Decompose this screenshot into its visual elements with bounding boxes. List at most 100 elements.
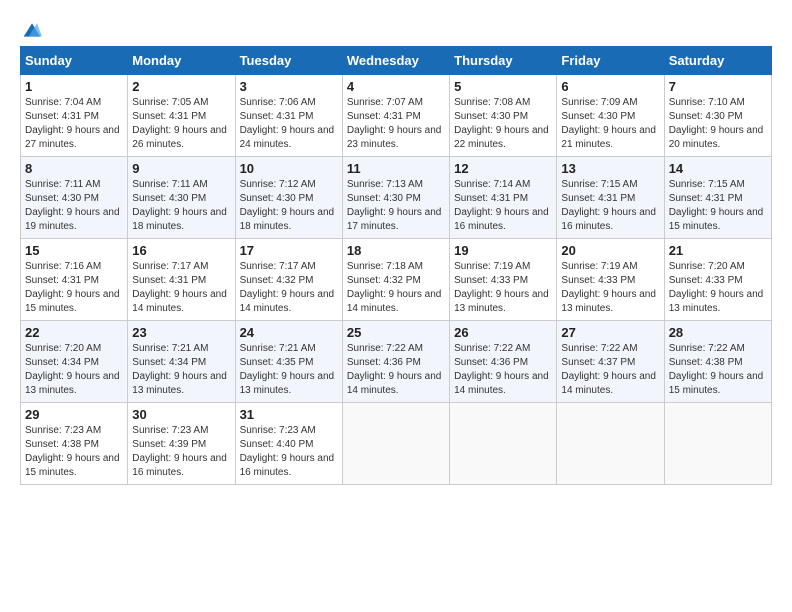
day-info: Sunrise: 7:13 AM Sunset: 4:30 PM Dayligh… — [347, 178, 445, 234]
day-number: 12 — [454, 161, 552, 176]
day-number: 27 — [561, 325, 659, 340]
day-info: Sunrise: 7:06 AM Sunset: 4:31 PM Dayligh… — [240, 96, 338, 152]
calendar-cell: 22 Sunrise: 7:20 AM Sunset: 4:34 PM Dayli… — [21, 321, 128, 403]
day-number: 23 — [132, 325, 230, 340]
calendar-cell: 4 Sunrise: 7:07 AM Sunset: 4:31 PM Daylig… — [342, 75, 449, 157]
day-number: 25 — [347, 325, 445, 340]
day-number: 31 — [240, 407, 338, 422]
logo — [20, 20, 42, 36]
calendar-cell: 9 Sunrise: 7:11 AM Sunset: 4:30 PM Daylig… — [128, 157, 235, 239]
day-number: 11 — [347, 161, 445, 176]
day-number: 19 — [454, 243, 552, 258]
calendar-cell: 17 Sunrise: 7:17 AM Sunset: 4:32 PM Dayli… — [235, 239, 342, 321]
day-info: Sunrise: 7:10 AM Sunset: 4:30 PM Dayligh… — [669, 96, 767, 152]
day-header-wednesday: Wednesday — [342, 47, 449, 75]
calendar-week-row: 29Sunrise: 7:23 AM Sunset: 4:38 PM Dayli… — [21, 403, 772, 485]
calendar-cell: 28 Sunrise: 7:22 AM Sunset: 4:38 PM Dayli… — [664, 321, 771, 403]
day-info: Sunrise: 7:09 AM Sunset: 4:30 PM Dayligh… — [561, 96, 659, 152]
day-info: Sunrise: 7:23 AM Sunset: 4:39 PM Dayligh… — [132, 424, 230, 480]
day-info: Sunrise: 7:23 AM Sunset: 4:38 PM Dayligh… — [25, 424, 123, 480]
day-number: 16 — [132, 243, 230, 258]
calendar-cell: 24Sunrise: 7:21 AM Sunset: 4:35 PM Dayli… — [235, 321, 342, 403]
calendar-cell — [342, 403, 449, 485]
calendar-cell: 12 Sunrise: 7:14 AM Sunset: 4:31 PM Dayli… — [450, 157, 557, 239]
day-number: 1 — [25, 79, 123, 94]
day-number: 5 — [454, 79, 552, 94]
calendar-cell: 23 Sunrise: 7:21 AM Sunset: 4:34 PM Dayli… — [128, 321, 235, 403]
calendar-header-row: SundayMondayTuesdayWednesdayThursdayFrid… — [21, 47, 772, 75]
day-header-sunday: Sunday — [21, 47, 128, 75]
day-number: 28 — [669, 325, 767, 340]
calendar-cell: 19 Sunrise: 7:19 AM Sunset: 4:33 PM Dayli… — [450, 239, 557, 321]
day-number: 9 — [132, 161, 230, 176]
day-info: Sunrise: 7:04 AM Sunset: 4:31 PM Dayligh… — [25, 96, 123, 152]
day-info: Sunrise: 7:07 AM Sunset: 4:31 PM Dayligh… — [347, 96, 445, 152]
calendar-cell: 8 Sunrise: 7:11 AM Sunset: 4:30 PM Daylig… — [21, 157, 128, 239]
day-number: 22 — [25, 325, 123, 340]
day-number: 15 — [25, 243, 123, 258]
day-header-friday: Friday — [557, 47, 664, 75]
calendar-table: SundayMondayTuesdayWednesdayThursdayFrid… — [20, 46, 772, 485]
day-number: 6 — [561, 79, 659, 94]
day-info: Sunrise: 7:18 AM Sunset: 4:32 PM Dayligh… — [347, 260, 445, 316]
calendar-cell: 15 Sunrise: 7:16 AM Sunset: 4:31 PM Dayli… — [21, 239, 128, 321]
day-info: Sunrise: 7:12 AM Sunset: 4:30 PM Dayligh… — [240, 178, 338, 234]
day-number: 21 — [669, 243, 767, 258]
day-number: 8 — [25, 161, 123, 176]
day-number: 18 — [347, 243, 445, 258]
day-info: Sunrise: 7:05 AM Sunset: 4:31 PM Dayligh… — [132, 96, 230, 152]
day-number: 2 — [132, 79, 230, 94]
day-info: Sunrise: 7:17 AM Sunset: 4:31 PM Dayligh… — [132, 260, 230, 316]
day-number: 20 — [561, 243, 659, 258]
day-info: Sunrise: 7:15 AM Sunset: 4:31 PM Dayligh… — [669, 178, 767, 234]
calendar-cell: 11 Sunrise: 7:13 AM Sunset: 4:30 PM Dayli… — [342, 157, 449, 239]
day-info: Sunrise: 7:22 AM Sunset: 4:38 PM Dayligh… — [669, 342, 767, 398]
calendar-cell: 29Sunrise: 7:23 AM Sunset: 4:38 PM Dayli… — [21, 403, 128, 485]
logo-icon — [22, 20, 42, 40]
day-header-thursday: Thursday — [450, 47, 557, 75]
calendar-cell: 5 Sunrise: 7:08 AM Sunset: 4:30 PM Daylig… — [450, 75, 557, 157]
calendar-cell: 6 Sunrise: 7:09 AM Sunset: 4:30 PM Daylig… — [557, 75, 664, 157]
calendar-cell: 20 Sunrise: 7:19 AM Sunset: 4:33 PM Dayli… — [557, 239, 664, 321]
calendar-body: 1 Sunrise: 7:04 AM Sunset: 4:31 PM Daylig… — [21, 75, 772, 485]
day-number: 4 — [347, 79, 445, 94]
calendar-cell: 26Sunrise: 7:22 AM Sunset: 4:36 PM Dayli… — [450, 321, 557, 403]
day-info: Sunrise: 7:21 AM Sunset: 4:34 PM Dayligh… — [132, 342, 230, 398]
day-number: 17 — [240, 243, 338, 258]
calendar-cell: 13Sunrise: 7:15 AM Sunset: 4:31 PM Dayli… — [557, 157, 664, 239]
day-info: Sunrise: 7:20 AM Sunset: 4:33 PM Dayligh… — [669, 260, 767, 316]
calendar-week-row: 22 Sunrise: 7:20 AM Sunset: 4:34 PM Dayli… — [21, 321, 772, 403]
page-header — [20, 20, 772, 36]
calendar-cell: 18 Sunrise: 7:18 AM Sunset: 4:32 PM Dayli… — [342, 239, 449, 321]
day-info: Sunrise: 7:19 AM Sunset: 4:33 PM Dayligh… — [561, 260, 659, 316]
calendar-week-row: 1 Sunrise: 7:04 AM Sunset: 4:31 PM Daylig… — [21, 75, 772, 157]
day-header-saturday: Saturday — [664, 47, 771, 75]
calendar-cell: 10 Sunrise: 7:12 AM Sunset: 4:30 PM Dayli… — [235, 157, 342, 239]
calendar-cell: 21 Sunrise: 7:20 AM Sunset: 4:33 PM Dayli… — [664, 239, 771, 321]
day-number: 10 — [240, 161, 338, 176]
day-info: Sunrise: 7:11 AM Sunset: 4:30 PM Dayligh… — [25, 178, 123, 234]
calendar-cell: 31 Sunrise: 7:23 AM Sunset: 4:40 PM Dayli… — [235, 403, 342, 485]
calendar-cell: 27 Sunrise: 7:22 AM Sunset: 4:37 PM Dayli… — [557, 321, 664, 403]
day-info: Sunrise: 7:19 AM Sunset: 4:33 PM Dayligh… — [454, 260, 552, 316]
calendar-cell: 25Sunrise: 7:22 AM Sunset: 4:36 PM Dayli… — [342, 321, 449, 403]
calendar-week-row: 15 Sunrise: 7:16 AM Sunset: 4:31 PM Dayli… — [21, 239, 772, 321]
day-info: Sunrise: 7:14 AM Sunset: 4:31 PM Dayligh… — [454, 178, 552, 234]
calendar-cell: 2 Sunrise: 7:05 AM Sunset: 4:31 PM Daylig… — [128, 75, 235, 157]
day-info: Sunrise: 7:11 AM Sunset: 4:30 PM Dayligh… — [132, 178, 230, 234]
calendar-cell: 30Sunrise: 7:23 AM Sunset: 4:39 PM Dayli… — [128, 403, 235, 485]
calendar-week-row: 8 Sunrise: 7:11 AM Sunset: 4:30 PM Daylig… — [21, 157, 772, 239]
calendar-cell: 16 Sunrise: 7:17 AM Sunset: 4:31 PM Dayli… — [128, 239, 235, 321]
day-header-monday: Monday — [128, 47, 235, 75]
day-header-tuesday: Tuesday — [235, 47, 342, 75]
day-info: Sunrise: 7:15 AM Sunset: 4:31 PM Dayligh… — [561, 178, 659, 234]
day-number: 24 — [240, 325, 338, 340]
day-number: 7 — [669, 79, 767, 94]
calendar-cell: 3Sunrise: 7:06 AM Sunset: 4:31 PM Daylig… — [235, 75, 342, 157]
day-info: Sunrise: 7:20 AM Sunset: 4:34 PM Dayligh… — [25, 342, 123, 398]
day-info: Sunrise: 7:22 AM Sunset: 4:37 PM Dayligh… — [561, 342, 659, 398]
day-info: Sunrise: 7:16 AM Sunset: 4:31 PM Dayligh… — [25, 260, 123, 316]
day-info: Sunrise: 7:23 AM Sunset: 4:40 PM Dayligh… — [240, 424, 338, 480]
day-info: Sunrise: 7:08 AM Sunset: 4:30 PM Dayligh… — [454, 96, 552, 152]
day-info: Sunrise: 7:17 AM Sunset: 4:32 PM Dayligh… — [240, 260, 338, 316]
